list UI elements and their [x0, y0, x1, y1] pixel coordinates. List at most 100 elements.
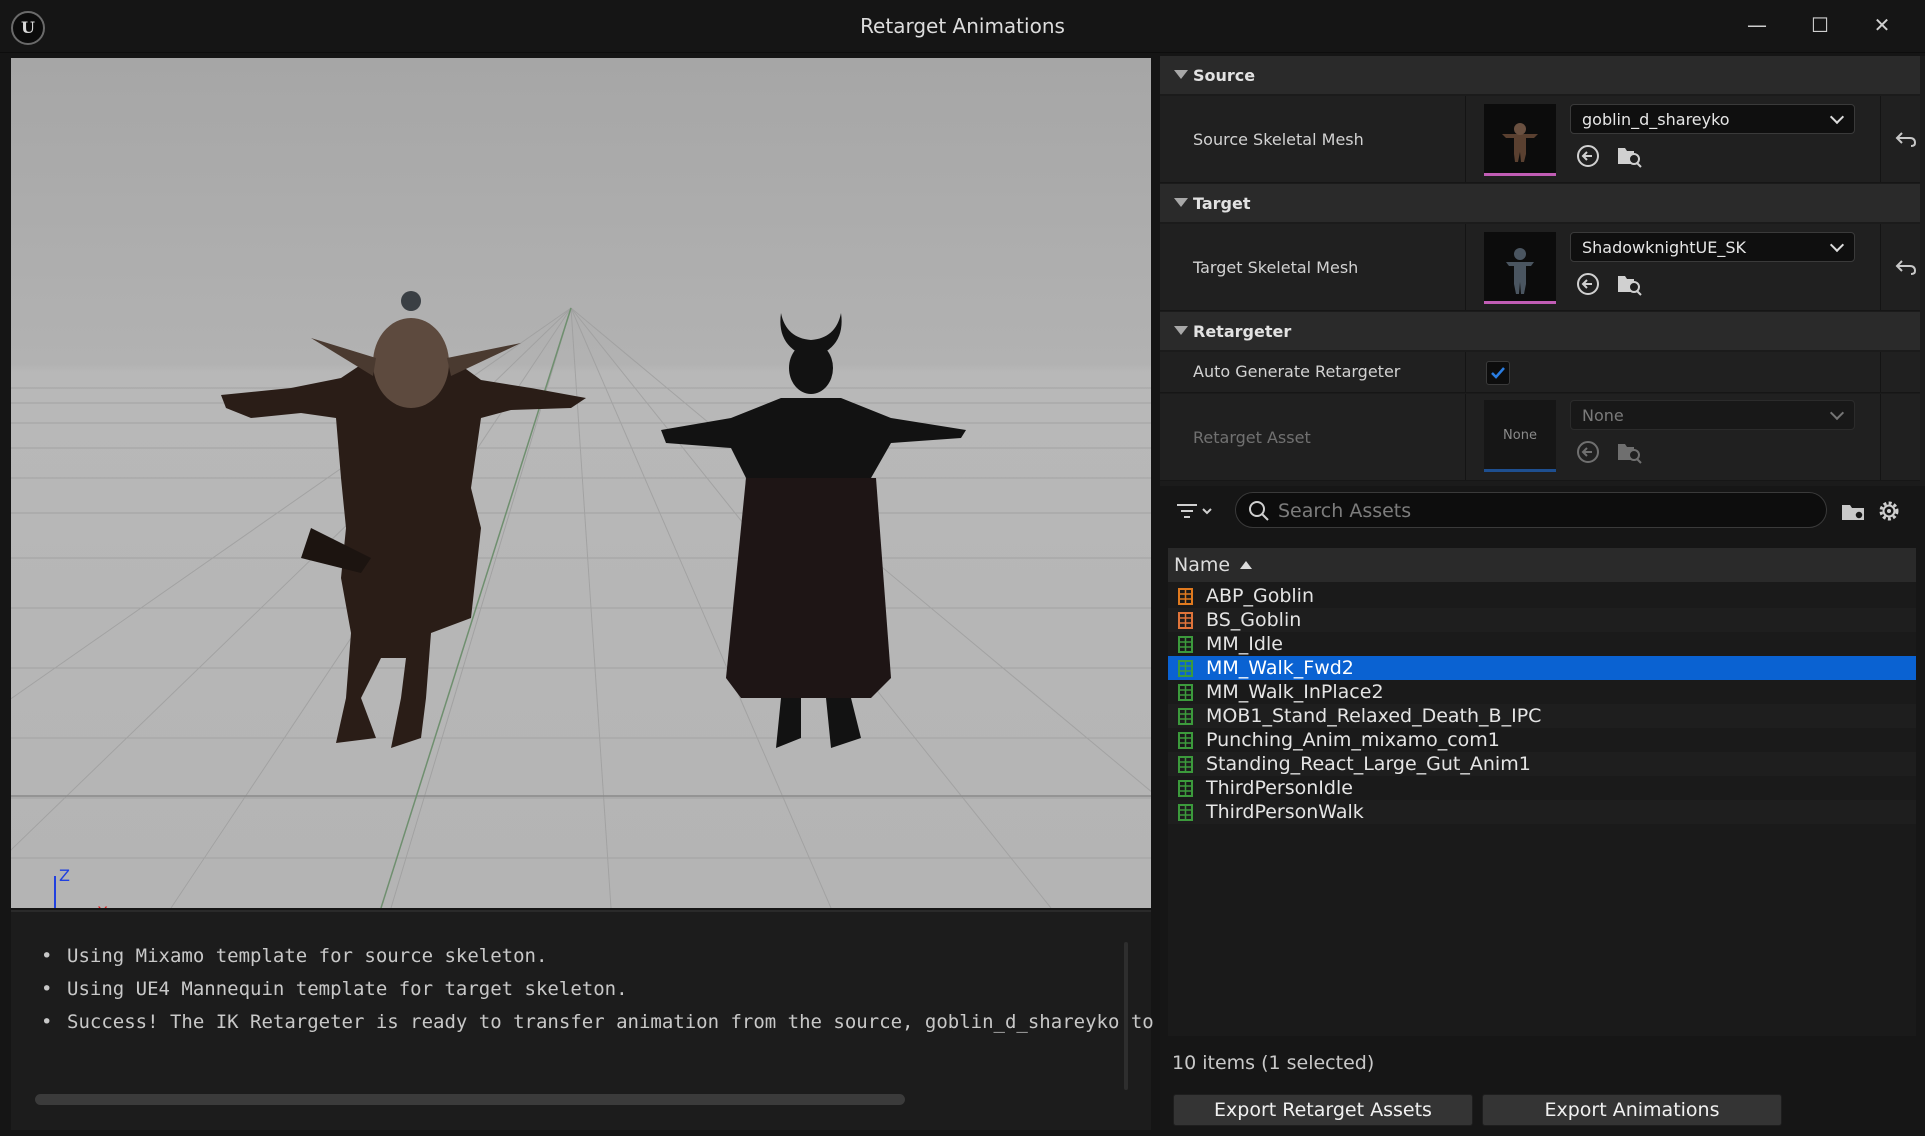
- collapse-arrow-icon: [1174, 326, 1188, 335]
- sort-ascending-icon: [1240, 561, 1252, 569]
- shadowknight-character[interactable]: [661, 313, 966, 748]
- asset-list: Name ABP_Goblin BS_Goblin MM_Idle MM_Walk_F…: [1168, 548, 1916, 1036]
- settings-gear-icon[interactable]: [1875, 497, 1903, 525]
- animation-sequence-icon: [1178, 708, 1193, 725]
- anim-blueprint-icon: [1178, 588, 1193, 605]
- log-message: Using UE4 Mannequin template for target …: [41, 973, 1154, 1006]
- column-header-name[interactable]: Name: [1168, 548, 1916, 582]
- log-message: Success! The IK Retargeter is ready to t…: [41, 1006, 1154, 1039]
- item-count: 10 items (1 selected): [1172, 1052, 1375, 1074]
- axis-x-label: X: [97, 903, 108, 908]
- section-retargeter[interactable]: Retargeter: [1160, 312, 1920, 350]
- collapse-arrow-icon: [1174, 70, 1188, 79]
- animation-sequence-icon: [1178, 732, 1193, 749]
- log-message: Using Mixamo template for source skeleto…: [41, 940, 1154, 973]
- target-mesh-thumbnail[interactable]: [1484, 232, 1556, 304]
- source-mesh-thumbnail[interactable]: [1484, 104, 1556, 176]
- maximize-button[interactable]: ☐: [1798, 8, 1842, 42]
- animation-sequence-icon: [1178, 660, 1193, 677]
- animation-sequence-icon: [1178, 780, 1193, 797]
- row-source-skeletal-mesh: Source Skeletal Mesh goblin_d_shareyko: [1160, 96, 1920, 183]
- filter-dropdown-icon[interactable]: [1175, 500, 1215, 524]
- asset-row[interactable]: ThirdPersonWalk: [1168, 800, 1916, 824]
- axis-z-label: Z: [59, 866, 70, 885]
- asset-name: ABP_Goblin: [1206, 585, 1314, 607]
- browse-asset-icon[interactable]: [1616, 440, 1642, 464]
- asset-row[interactable]: BS_Goblin: [1168, 608, 1916, 632]
- use-selected-asset-icon[interactable]: [1576, 144, 1600, 168]
- asset-row[interactable]: Punching_Anim_mixamo_com1: [1168, 728, 1916, 752]
- asset-row[interactable]: MM_Idle: [1168, 632, 1916, 656]
- retarget-asset-label: Retarget Asset: [1193, 428, 1311, 447]
- column-header-label: Name: [1174, 554, 1231, 576]
- collapse-arrow-icon: [1174, 198, 1188, 207]
- title-bar: U Retarget Animations — ☐ ✕: [0, 0, 1925, 53]
- asset-row[interactable]: MOB1_Stand_Relaxed_Death_B_IPC: [1168, 704, 1916, 728]
- asset-name: MM_Walk_InPlace2: [1206, 681, 1384, 703]
- section-title: Retargeter: [1193, 322, 1292, 341]
- source-mesh-label: Source Skeletal Mesh: [1193, 130, 1364, 149]
- asset-row[interactable]: ABP_Goblin: [1168, 584, 1916, 608]
- asset-row[interactable]: Standing_React_Large_Gut_Anim1: [1168, 752, 1916, 776]
- minimize-button[interactable]: —: [1735, 8, 1779, 42]
- animation-sequence-icon: [1178, 804, 1193, 821]
- asset-browser: Name ABP_GoblinBS_GoblinMM_IdleMM_Walk_F…: [1160, 486, 1925, 1136]
- asset-name: MM_Idle: [1206, 633, 1283, 655]
- viewport-3d[interactable]: Z Y X: [11, 58, 1151, 908]
- animation-sequence-icon: [1178, 636, 1193, 653]
- browse-folder-icon[interactable]: [1840, 500, 1868, 524]
- section-target[interactable]: Target: [1160, 184, 1920, 222]
- use-selected-asset-icon[interactable]: [1576, 440, 1600, 464]
- use-selected-asset-icon[interactable]: [1576, 272, 1600, 296]
- reset-to-default-icon[interactable]: [1895, 130, 1917, 148]
- goblin-character[interactable]: [221, 291, 586, 748]
- row-auto-generate: Auto Generate Retargeter: [1160, 352, 1920, 393]
- asset-name: Standing_React_Large_Gut_Anim1: [1206, 753, 1531, 775]
- asset-name: MOB1_Stand_Relaxed_Death_B_IPC: [1206, 705, 1542, 727]
- retarget-asset-dropdown[interactable]: None: [1570, 400, 1855, 430]
- row-retarget-asset: Retarget Asset None None: [1160, 394, 1920, 481]
- retarget-asset-thumbnail[interactable]: None: [1484, 400, 1556, 472]
- export-animations-button[interactable]: Export Animations: [1482, 1094, 1782, 1126]
- section-title: Target: [1193, 194, 1251, 213]
- export-retarget-assets-button[interactable]: Export Retarget Assets: [1173, 1094, 1473, 1126]
- log-horizontal-scrollbar[interactable]: [35, 1094, 905, 1105]
- source-mesh-dropdown[interactable]: goblin_d_shareyko: [1570, 104, 1855, 134]
- search-icon: [1249, 501, 1269, 521]
- asset-name: ThirdPersonWalk: [1206, 801, 1364, 823]
- asset-row[interactable]: MM_Walk_InPlace2: [1168, 680, 1916, 704]
- checkmark-icon: [1491, 367, 1505, 379]
- search-input[interactable]: [1276, 497, 1810, 525]
- asset-name: ThirdPersonIdle: [1206, 777, 1353, 799]
- auto-generate-label: Auto Generate Retargeter: [1193, 362, 1401, 381]
- section-title: Source: [1193, 66, 1256, 85]
- details-panel: Source Source Skeletal Mesh goblin_d_sha…: [1160, 56, 1925, 486]
- retarget-asset-value: None: [1582, 406, 1624, 425]
- asset-name: MM_Walk_Fwd2: [1206, 657, 1354, 679]
- asset-row[interactable]: ThirdPersonIdle: [1168, 776, 1916, 800]
- browse-asset-icon[interactable]: [1616, 272, 1642, 296]
- source-mesh-value: goblin_d_shareyko: [1582, 110, 1730, 129]
- auto-generate-checkbox[interactable]: [1486, 361, 1510, 385]
- animation-sequence-icon: [1178, 684, 1193, 701]
- blendspace-icon: [1178, 612, 1193, 629]
- close-button[interactable]: ✕: [1860, 8, 1904, 42]
- chevron-down-icon: [1829, 405, 1845, 421]
- floor-grid: [11, 291, 1151, 908]
- target-mesh-dropdown[interactable]: ShadowknightUE_SK: [1570, 232, 1855, 262]
- reset-to-default-icon[interactable]: [1895, 258, 1917, 276]
- chevron-down-icon: [1829, 109, 1845, 125]
- section-source[interactable]: Source: [1160, 56, 1920, 94]
- chevron-down-icon: [1829, 237, 1845, 253]
- target-mesh-value: ShadowknightUE_SK: [1582, 238, 1747, 257]
- browse-asset-icon[interactable]: [1616, 144, 1642, 168]
- target-mesh-label: Target Skeletal Mesh: [1193, 258, 1359, 277]
- search-box[interactable]: [1235, 492, 1827, 528]
- window-title: Retarget Animations: [860, 14, 1065, 38]
- asset-name: BS_Goblin: [1206, 609, 1302, 631]
- log-list: Using Mixamo template for source skeleto…: [41, 940, 1154, 1039]
- log-vertical-scrollbar[interactable]: [1124, 942, 1128, 1090]
- log-panel: Using Mixamo template for source skeleto…: [11, 910, 1154, 1130]
- row-target-skeletal-mesh: Target Skeletal Mesh ShadowknightUE_SK: [1160, 224, 1920, 311]
- asset-row[interactable]: MM_Walk_Fwd2: [1168, 656, 1916, 680]
